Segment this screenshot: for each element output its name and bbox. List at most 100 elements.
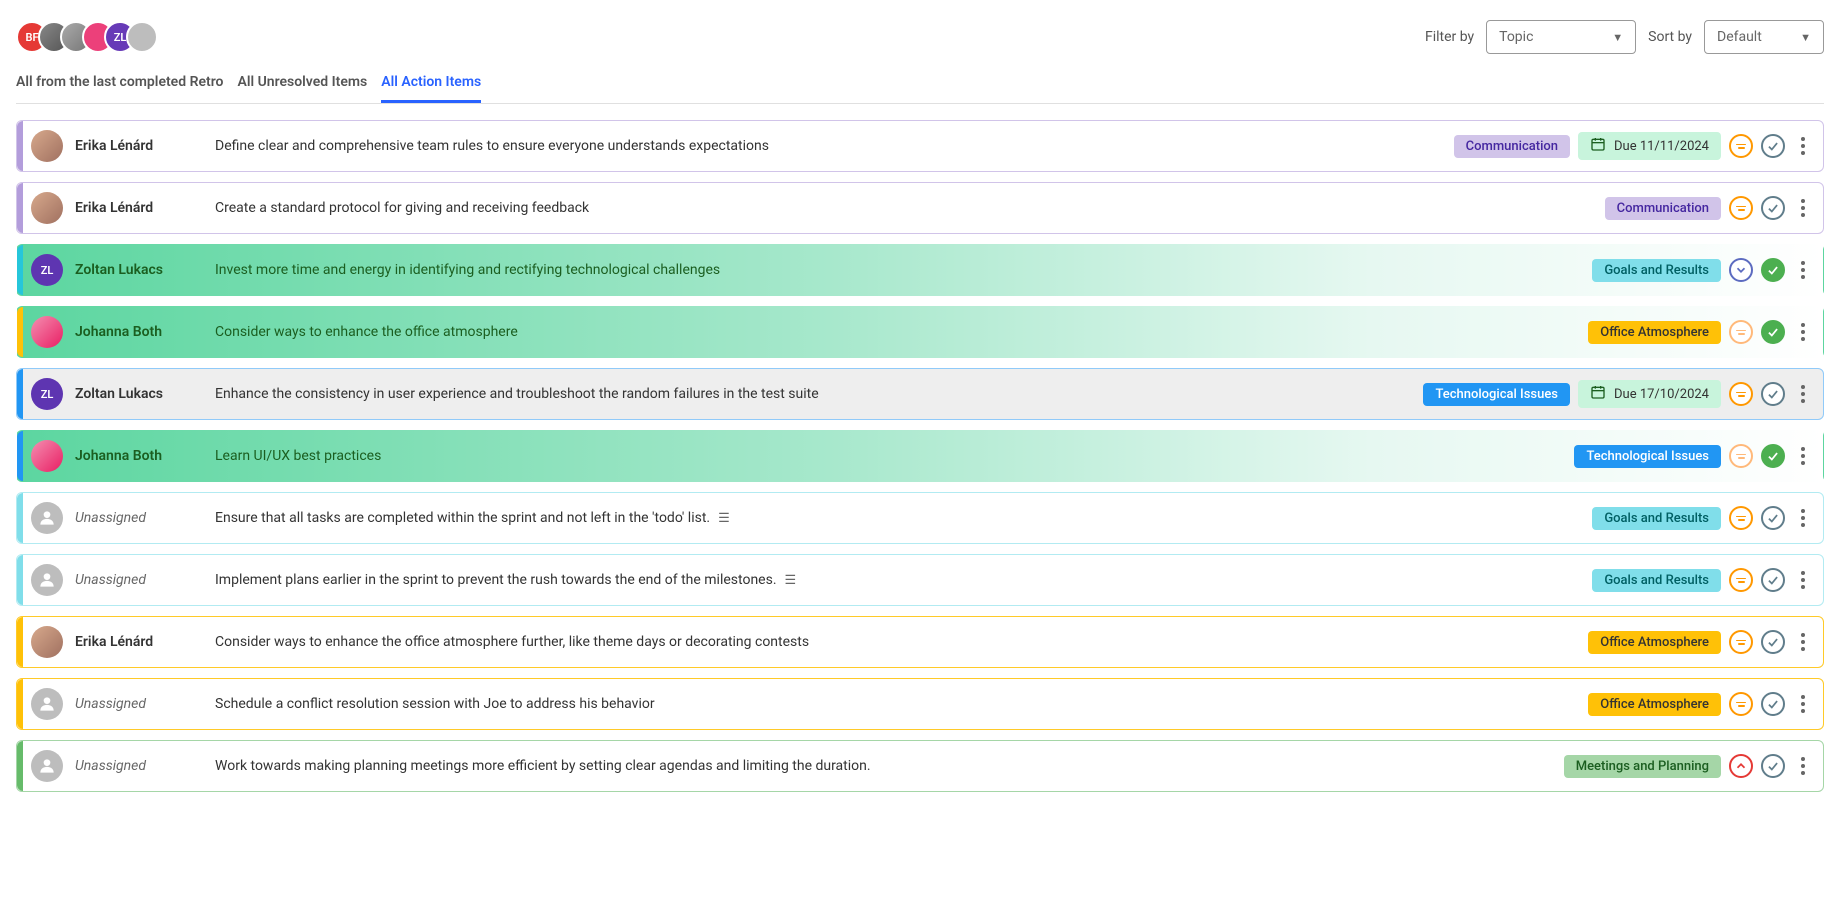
more-menu-icon[interactable] xyxy=(1793,199,1813,217)
topic-tag[interactable]: Communication xyxy=(1605,197,1721,220)
tab[interactable]: All Unresolved Items xyxy=(237,74,367,103)
assignee-avatar[interactable] xyxy=(31,502,63,534)
filters: Filter by Topic ▼ Sort by Default ▼ xyxy=(1425,20,1824,54)
item-description: Invest more time and energy in identifyi… xyxy=(215,262,1592,278)
action-item-row[interactable]: Erika LénárdDefine clear and comprehensi… xyxy=(16,120,1824,172)
tab[interactable]: All from the last completed Retro xyxy=(16,74,223,103)
item-actions xyxy=(1729,134,1813,158)
priority-icon[interactable] xyxy=(1729,692,1753,716)
filter-select[interactable]: Topic ▼ xyxy=(1486,20,1636,54)
chevron-down-icon: ▼ xyxy=(1800,31,1811,44)
assignee-name: Unassigned xyxy=(75,572,215,588)
note-icon: ☰ xyxy=(718,511,730,526)
item-description: Enhance the consistency in user experien… xyxy=(215,386,1423,402)
more-menu-icon[interactable] xyxy=(1793,137,1813,155)
action-item-list: Erika LénárdDefine clear and comprehensi… xyxy=(16,120,1824,792)
priority-icon[interactable] xyxy=(1729,258,1753,282)
due-date-badge: Due 17/10/2024 xyxy=(1578,380,1721,408)
topic-tag[interactable]: Technological Issues xyxy=(1423,383,1570,406)
status-check-icon[interactable] xyxy=(1761,382,1785,406)
topic-tag[interactable]: Office Atmosphere xyxy=(1588,693,1721,716)
more-menu-icon[interactable] xyxy=(1793,385,1813,403)
item-description: Schedule a conflict resolution session w… xyxy=(215,696,1588,712)
priority-icon[interactable] xyxy=(1729,506,1753,530)
more-menu-icon[interactable] xyxy=(1793,509,1813,527)
item-actions xyxy=(1729,196,1813,220)
topic-tag[interactable]: Goals and Results xyxy=(1592,259,1721,282)
status-check-icon[interactable] xyxy=(1761,506,1785,530)
item-actions xyxy=(1729,568,1813,592)
more-menu-icon[interactable] xyxy=(1793,571,1813,589)
action-item-row[interactable]: UnassignedImplement plans earlier in the… xyxy=(16,554,1824,606)
item-description: Create a standard protocol for giving an… xyxy=(215,200,1605,216)
priority-icon[interactable] xyxy=(1729,196,1753,220)
action-item-row[interactable]: Erika LénárdCreate a standard protocol f… xyxy=(16,182,1824,234)
more-menu-icon[interactable] xyxy=(1793,447,1813,465)
filter-by-label: Filter by xyxy=(1425,29,1474,45)
due-date-badge: Due 11/11/2024 xyxy=(1578,132,1721,160)
assignee-avatar[interactable]: ZL xyxy=(31,378,63,410)
action-item-row[interactable]: Johanna BothLearn UI/UX best practicesTe… xyxy=(16,430,1824,482)
assignee-name: Johanna Both xyxy=(75,448,215,464)
action-item-row[interactable]: UnassignedWork towards making planning m… xyxy=(16,740,1824,792)
status-check-icon[interactable] xyxy=(1761,630,1785,654)
sort-select[interactable]: Default ▼ xyxy=(1704,20,1824,54)
topic-tag[interactable]: Communication xyxy=(1454,135,1570,158)
more-menu-icon[interactable] xyxy=(1793,261,1813,279)
action-item-row[interactable]: ZLZoltan LukacsEnhance the consistency i… xyxy=(16,368,1824,420)
assignee-avatar[interactable] xyxy=(31,316,63,348)
action-item-row[interactable]: Erika LénárdConsider ways to enhance the… xyxy=(16,616,1824,668)
avatar-stack: BFZL xyxy=(16,21,158,53)
assignee-avatar[interactable] xyxy=(31,626,63,658)
assignee-avatar[interactable] xyxy=(31,130,63,162)
priority-icon[interactable] xyxy=(1729,444,1753,468)
assignee-avatar[interactable] xyxy=(31,440,63,472)
priority-icon[interactable] xyxy=(1729,134,1753,158)
status-check-icon[interactable] xyxy=(1761,754,1785,778)
assignee-avatar[interactable] xyxy=(31,688,63,720)
note-icon: ☰ xyxy=(785,573,797,588)
status-check-icon[interactable] xyxy=(1761,692,1785,716)
topic-tag[interactable]: Office Atmosphere xyxy=(1588,321,1721,344)
topic-tag[interactable]: Goals and Results xyxy=(1592,507,1721,530)
topic-tag[interactable]: Technological Issues xyxy=(1574,445,1721,468)
topic-tag[interactable]: Goals and Results xyxy=(1592,569,1721,592)
priority-icon[interactable] xyxy=(1729,382,1753,406)
action-item-row[interactable]: ZL Zoltan LukacsInvest more time and ener… xyxy=(16,244,1824,296)
status-check-icon[interactable] xyxy=(1761,134,1785,158)
action-item-row[interactable]: UnassignedSchedule a conflict resolution… xyxy=(16,678,1824,730)
status-check-icon[interactable] xyxy=(1761,320,1785,344)
item-actions xyxy=(1729,444,1813,468)
item-description: Define clear and comprehensive team rule… xyxy=(215,138,1454,154)
chevron-down-icon: ▼ xyxy=(1612,31,1623,44)
assignee-avatar[interactable] xyxy=(31,192,63,224)
priority-icon[interactable] xyxy=(1729,630,1753,654)
status-check-icon[interactable] xyxy=(1761,196,1785,220)
item-actions xyxy=(1729,258,1813,282)
assignee-avatar[interactable]: ZL xyxy=(31,254,63,286)
assignee-avatar[interactable] xyxy=(31,750,63,782)
more-menu-icon[interactable] xyxy=(1793,633,1813,651)
priority-icon[interactable] xyxy=(1729,754,1753,778)
item-actions xyxy=(1729,630,1813,654)
filter-select-value: Topic xyxy=(1499,29,1533,45)
more-menu-icon[interactable] xyxy=(1793,757,1813,775)
more-menu-icon[interactable] xyxy=(1793,323,1813,341)
topic-tag[interactable]: Office Atmosphere xyxy=(1588,631,1721,654)
assignee-name: Unassigned xyxy=(75,696,215,712)
priority-icon[interactable] xyxy=(1729,320,1753,344)
more-menu-icon[interactable] xyxy=(1793,695,1813,713)
avatar[interactable] xyxy=(126,21,158,53)
action-item-row[interactable]: UnassignedEnsure that all tasks are comp… xyxy=(16,492,1824,544)
calendar-icon xyxy=(1590,136,1606,156)
assignee-name: Zoltan Lukacs xyxy=(75,262,215,278)
assignee-avatar[interactable] xyxy=(31,564,63,596)
priority-icon[interactable] xyxy=(1729,568,1753,592)
item-description: Learn UI/UX best practices xyxy=(215,448,1574,464)
action-item-row[interactable]: Johanna BothConsider ways to enhance the… xyxy=(16,306,1824,358)
status-check-icon[interactable] xyxy=(1761,444,1785,468)
topic-tag[interactable]: Meetings and Planning xyxy=(1564,755,1721,778)
status-check-icon[interactable] xyxy=(1761,568,1785,592)
status-check-icon[interactable] xyxy=(1761,258,1785,282)
tab[interactable]: All Action Items xyxy=(381,74,481,103)
